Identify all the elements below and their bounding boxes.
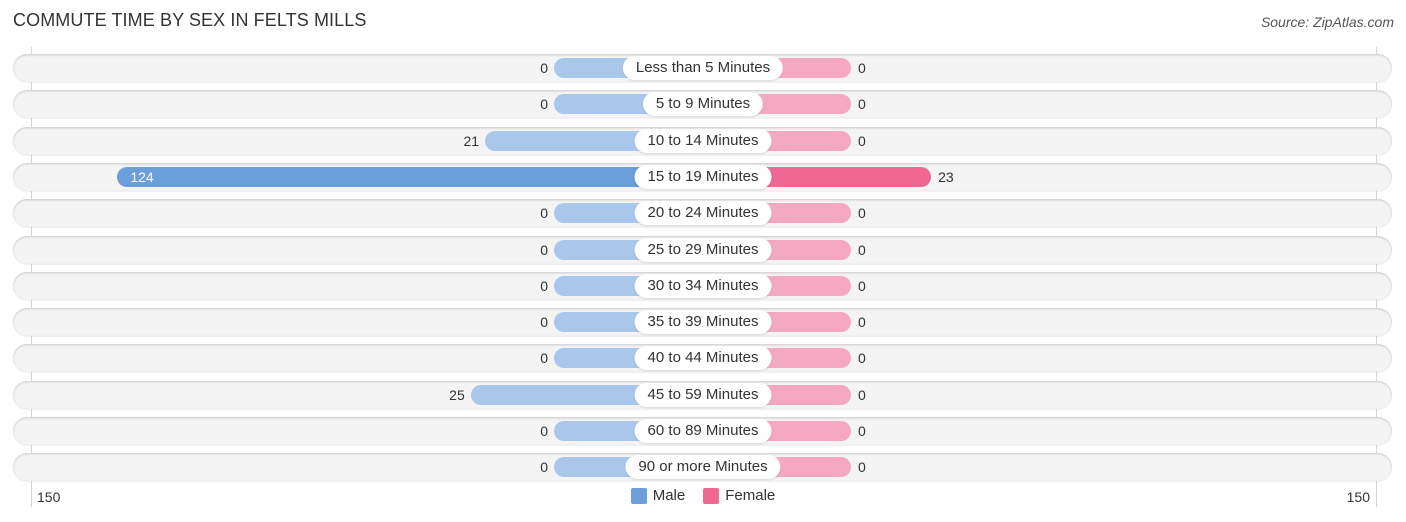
value-label-female: 0 [858, 60, 866, 76]
value-label-male: 124 [130, 168, 154, 185]
diverging-bar-chart: 0 0 Less than 5 Minutes 0 0 5 to 9 Minutes 21 0… [0, 0, 1406, 522]
value-label-female: 0 [858, 423, 866, 439]
legend-label-female: Female [725, 487, 776, 504]
value-label-female: 0 [858, 205, 866, 222]
legend-item-male[interactable]: Male [630, 487, 686, 504]
legend: Male Female [0, 487, 1406, 504]
legend-swatch-female [703, 487, 720, 504]
legend-item-female[interactable]: Female [703, 487, 775, 504]
value-label-female: 0 [858, 277, 866, 294]
value-label-male: 25 [449, 386, 465, 403]
value-label-male: 0 [540, 314, 548, 331]
category-label: 10 to 14 Minutes [634, 128, 772, 153]
category-label: 90 or more Minutes [625, 455, 781, 480]
value-label-male: 0 [540, 277, 548, 294]
value-label-male: 0 [540, 205, 548, 222]
category-label: 30 to 34 Minutes [634, 273, 772, 298]
category-label: 20 to 24 Minutes [634, 201, 772, 226]
value-label-female: 0 [858, 350, 866, 367]
bar-male [117, 166, 703, 187]
category-label: 15 to 19 Minutes [634, 164, 772, 189]
value-label-male: 0 [540, 459, 548, 476]
value-label-female: 23 [938, 168, 954, 185]
value-label-male: 0 [540, 241, 548, 258]
legend-label-male: Male [652, 487, 686, 504]
value-label-female: 0 [858, 132, 866, 149]
category-label: 35 to 39 Minutes [634, 310, 772, 335]
category-label: 5 to 9 Minutes [642, 92, 764, 117]
value-label-male: 0 [540, 60, 548, 76]
category-label: 40 to 44 Minutes [634, 346, 772, 371]
category-label: 60 to 89 Minutes [634, 419, 772, 443]
value-label-male: 21 [463, 132, 480, 149]
category-label: Less than 5 Minutes [622, 56, 784, 80]
value-label-female: 0 [858, 314, 866, 331]
value-label-male: 0 [540, 350, 548, 367]
category-label: 45 to 59 Minutes [634, 382, 772, 407]
value-label-female: 0 [858, 386, 866, 403]
category-label: 25 to 29 Minutes [634, 237, 772, 262]
value-label-male: 0 [540, 96, 548, 113]
legend-swatch-male [630, 487, 647, 504]
value-label-male: 0 [540, 423, 548, 439]
value-label-female: 0 [858, 96, 866, 113]
value-label-female: 0 [858, 241, 866, 258]
value-label-female: 0 [858, 459, 866, 476]
